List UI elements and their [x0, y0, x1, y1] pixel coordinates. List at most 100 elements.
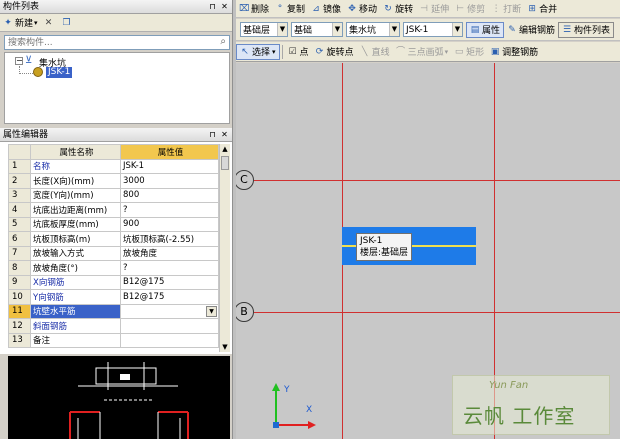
property-row[interactable]: 13 备注: [8, 332, 219, 348]
property-name[interactable]: 长度(X向)(mm): [30, 173, 121, 189]
scroll-up-icon[interactable]: ▲: [220, 144, 230, 154]
property-row[interactable]: 2 长度(X向)(mm) 3000: [8, 173, 219, 189]
property-icon: ▤: [470, 24, 480, 35]
close-icon[interactable]: ✕: [220, 130, 229, 139]
property-value[interactable]: 放坡角度: [120, 245, 219, 261]
collapse-icon[interactable]: −: [15, 57, 23, 65]
search-box[interactable]: ⌕: [4, 35, 230, 50]
component-list-button[interactable]: ☰ 构件列表: [558, 21, 615, 38]
close-icon[interactable]: ✕: [220, 2, 229, 11]
property-value[interactable]: B12@175: [120, 289, 219, 305]
property-row[interactable]: 11 坑壁水平筋 ▼: [8, 303, 219, 319]
property-name[interactable]: 放坡角度(°): [30, 260, 121, 276]
property-row[interactable]: 4 坑底出边距离(mm)?: [8, 202, 219, 218]
property-row[interactable]: 1 名称 JSK-1: [8, 158, 219, 174]
pointer-icon: ↖: [241, 46, 249, 57]
property-row[interactable]: 6 坑板顶标高(m) 坑板顶标高(-2.55): [8, 231, 219, 247]
property-row[interactable]: 9 X向钢筋 B12@175: [8, 274, 219, 290]
extend-button[interactable]: ⊣ 延伸: [416, 1, 452, 17]
property-value[interactable]: JSK-1: [120, 158, 219, 174]
point-button[interactable]: ☑ 点: [285, 44, 312, 60]
adjust-rebar-button[interactable]: ▣ 调整钢筋: [487, 44, 541, 60]
component-select[interactable]: JSK-1 ▼: [403, 22, 463, 37]
floor-select[interactable]: 基础层 ▼: [240, 22, 288, 37]
property-row[interactable]: 12 斜面钢筋: [8, 318, 219, 334]
line-button[interactable]: ╲ 直线: [357, 44, 393, 60]
row-number: 1: [8, 158, 31, 174]
property-row[interactable]: 7 放坡输入方式 放坡角度: [8, 245, 219, 261]
rotate-button[interactable]: ↻ 旋转: [380, 1, 416, 17]
axis-label-c[interactable]: C: [236, 170, 254, 190]
property-row[interactable]: 5 坑底板厚度(mm) 900: [8, 216, 219, 232]
arc-button[interactable]: ⌒ 三点画弧 ▾: [393, 44, 452, 60]
property-button[interactable]: ▤ 属性: [466, 21, 505, 38]
property-name[interactable]: 宽度(Y向)(mm): [30, 187, 121, 203]
mirror-button[interactable]: ⊿ 镜像: [308, 1, 344, 17]
move-button[interactable]: ✥ 移动: [344, 1, 380, 17]
select-label: 选择: [252, 48, 271, 58]
search-icon[interactable]: ⌕: [220, 36, 226, 47]
select-button[interactable]: ↖ 选择 ▾: [236, 43, 280, 60]
grid-line-b: [254, 312, 620, 313]
property-value-text: ?: [123, 262, 128, 273]
property-value[interactable]: ?: [120, 202, 219, 218]
property-name[interactable]: 名称: [30, 158, 121, 174]
category-select[interactable]: 基础 ▼: [291, 22, 343, 37]
property-value[interactable]: [120, 318, 219, 334]
new-icon: ✦: [4, 17, 12, 28]
copy-button[interactable]: ° 复制: [272, 1, 308, 17]
rectangle-button[interactable]: ▭ 矩形: [451, 44, 487, 60]
search-input[interactable]: [5, 36, 205, 49]
property-name[interactable]: X向钢筋: [30, 274, 121, 290]
edit-toolbar: ⌧ 删除 ° 复制 ⊿ 镜像 ✥ 移动 ↻ 旋转 ⊣ 延伸 ⊢ 修剪 ⋮ 打断 ⊞ 合并: [236, 0, 620, 18]
property-row[interactable]: 8 放坡角度(°)?: [8, 260, 219, 276]
dropdown-arrow-icon[interactable]: ▼: [206, 305, 217, 317]
property-name[interactable]: 坑底板厚度(mm): [30, 216, 121, 232]
property-row[interactable]: 3 宽度(Y向)(mm) 800: [8, 187, 219, 203]
scroll-thumb[interactable]: [221, 156, 229, 170]
tree-item-jsk1[interactable]: JSK-1: [46, 67, 73, 78]
pin-icon[interactable]: ⊓: [208, 130, 217, 139]
property-value[interactable]: ▼: [120, 303, 219, 319]
chevron-down-icon: ▾: [272, 47, 276, 56]
property-name[interactable]: 坑壁水平筋: [30, 303, 121, 319]
break-button[interactable]: ⋮ 打断: [488, 1, 524, 17]
drawing-canvas[interactable]: C B JSK-1 楼层:基础层 Y X Yun Fan 云帆 工作室: [236, 63, 620, 439]
property-name[interactable]: 坑底出边距离(mm): [30, 202, 121, 218]
layer-toolbar: 基础层 ▼ 基础 ▼ 集水坑 ▼ JSK-1 ▼ ▤ 属性 ✎ 编辑钢筋 ☰ 构件列表: [236, 19, 620, 41]
property-value[interactable]: ?: [120, 260, 219, 276]
merge-button[interactable]: ⊞ 合并: [524, 1, 560, 17]
pin-icon[interactable]: ⊓: [208, 2, 217, 11]
property-scrollbar[interactable]: ▲ ▼: [219, 144, 230, 352]
property-name[interactable]: 坑板顶标高(m): [30, 231, 121, 247]
tooltip-floor: 楼层:基础层: [360, 248, 409, 258]
extend-label: 延伸: [431, 5, 450, 15]
edit-rebar-button[interactable]: ✎ 编辑钢筋: [504, 22, 558, 38]
new-button[interactable]: ✦ 新建 ▾: [0, 15, 41, 31]
property-value-text: JSK-1: [123, 161, 145, 172]
trim-button[interactable]: ⊢ 修剪: [452, 1, 488, 17]
scroll-down-icon[interactable]: ▼: [220, 342, 230, 352]
chevron-down-icon: ▾: [34, 18, 38, 27]
property-value[interactable]: [120, 332, 219, 348]
property-name[interactable]: 放坡输入方式: [30, 245, 121, 261]
property-value[interactable]: 900: [120, 216, 219, 232]
type-select[interactable]: 集水坑 ▼: [346, 22, 400, 37]
delete-icon: ✕: [44, 17, 53, 28]
delete-button[interactable]: ⌧ 删除: [236, 1, 272, 17]
delete-component-button[interactable]: ✕: [41, 15, 59, 31]
rotate-point-button[interactable]: ⟳ 旋转点: [312, 44, 357, 60]
property-value[interactable]: 3000: [120, 173, 219, 189]
copy-component-button[interactable]: ❐: [59, 15, 77, 31]
property-name[interactable]: Y向钢筋: [30, 289, 121, 305]
row-number: 6: [8, 231, 31, 247]
rotate-icon: ↻: [384, 3, 392, 14]
property-value[interactable]: 800: [120, 187, 219, 203]
property-name[interactable]: 备注: [30, 332, 121, 348]
property-value[interactable]: 坑板顶标高(-2.55): [120, 231, 219, 247]
rotate-label: 旋转: [395, 5, 414, 15]
property-name[interactable]: 斜面钢筋: [30, 318, 121, 334]
property-value[interactable]: B12@175: [120, 274, 219, 290]
property-row[interactable]: 10 Y向钢筋 B12@175: [8, 289, 219, 305]
axis-label-b[interactable]: B: [236, 302, 254, 322]
